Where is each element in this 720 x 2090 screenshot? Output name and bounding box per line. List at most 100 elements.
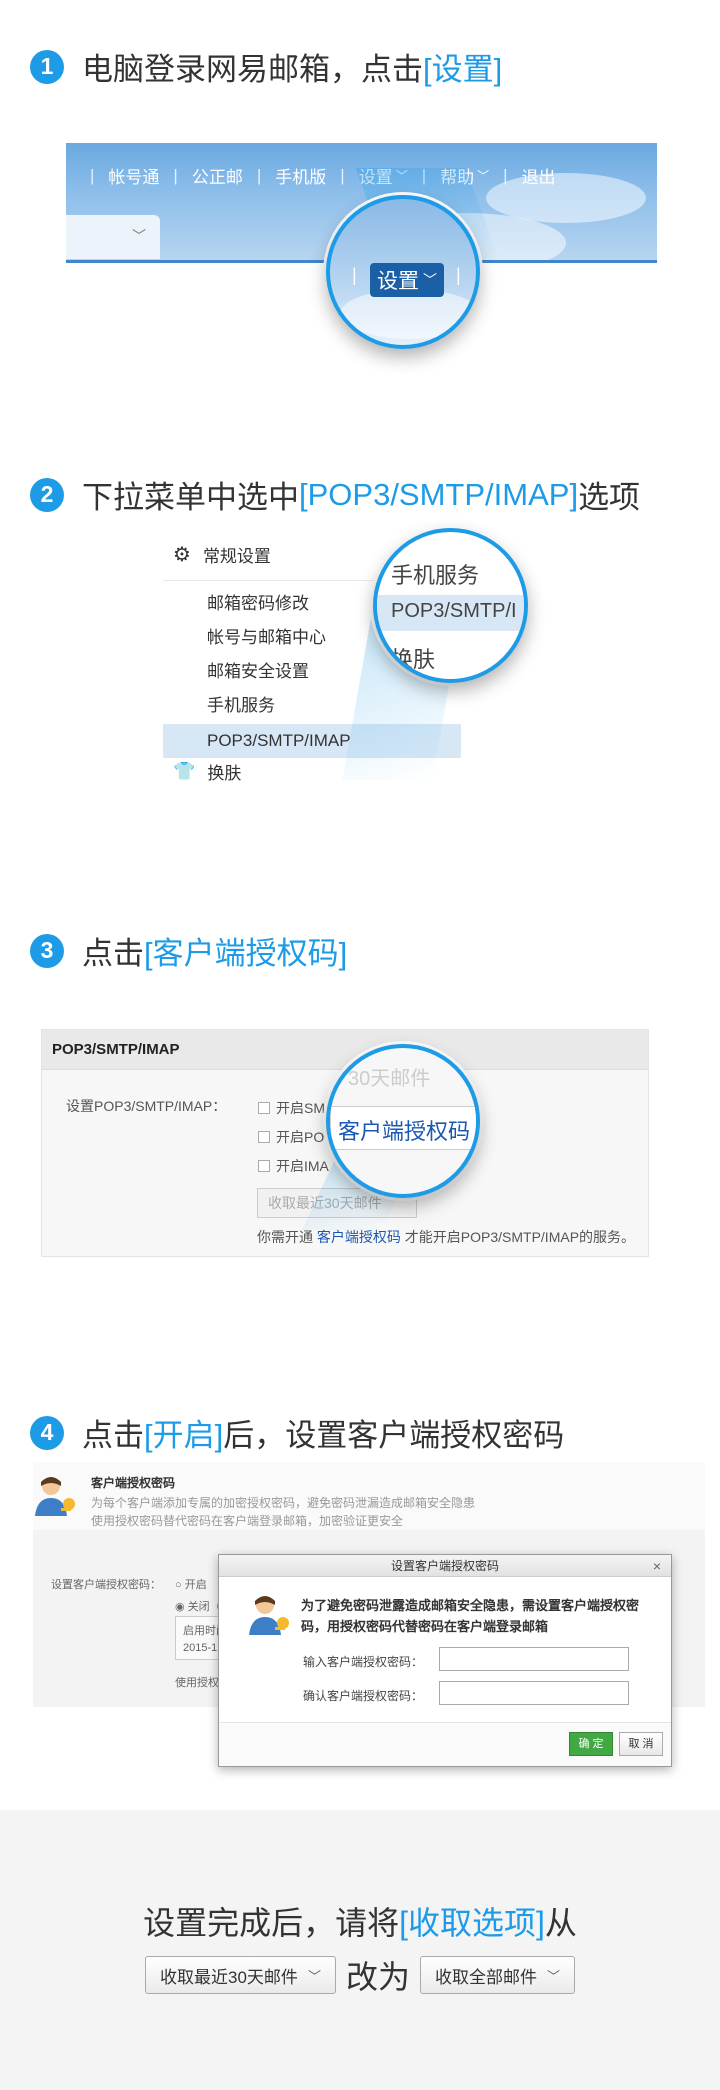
auth-password-dialog: 设置客户端授权密码 × 为了避免密码泄露造成邮箱安全隐患，需设置客户端授权密码，… (218, 1554, 672, 1767)
step1-title-text: 电脑登录网易邮箱，点击 (82, 52, 423, 87)
dialog-titlebar: 设置客户端授权密码 × (219, 1555, 671, 1577)
folder-tab[interactable]: ﹀ (66, 215, 160, 259)
radio-on[interactable]: ○ 开启 (175, 1576, 207, 1592)
note-text: 才能开启POP3/SMTP/IMAP的服务。 (404, 1229, 636, 1245)
step2-title-tail: 选项 (578, 480, 641, 515)
nav-item-logout[interactable]: 退出 (522, 163, 556, 188)
step4-title-highlight: [开启] (144, 1418, 224, 1453)
chevron-down-icon: ﹀ (477, 169, 490, 183)
auth-password-confirm-input[interactable] (439, 1681, 629, 1705)
footer-text: 设置完成后，请将 (143, 1905, 400, 1941)
from-option-select[interactable]: 收取最近30天邮件 ﹀ (145, 1956, 336, 1994)
footer-instruction: 设置完成后，请将[收取选项]从 (0, 1898, 720, 1944)
chevron-down-icon: ﹀ (546, 1968, 560, 1984)
footer-option-change: 收取最近30天邮件 ﹀ 改为 收取全部邮件 ﹀ (0, 1952, 720, 1998)
nav-item-mobile[interactable]: 手机版 (275, 163, 326, 188)
chevron-down-icon: ﹀ (307, 1968, 321, 1984)
option-label: 开启PO (276, 1129, 325, 1145)
bg-row-label: 设置客户端授权密码： (51, 1579, 161, 1591)
footer-text: 从 (544, 1905, 577, 1941)
footer-highlight: [收取选项] (399, 1905, 545, 1941)
section-header: 客户端授权密码 为每个客户端添加专属的加密授权密码，避免密码泄漏造成邮箱安全隐患… (33, 1462, 705, 1530)
to-option-select[interactable]: 收取全部邮件 ﹀ (419, 1956, 575, 1994)
auth-code-magnifier: 30天邮件 客户端授权码 (326, 1044, 480, 1198)
checkbox[interactable] (258, 1102, 270, 1114)
confirm-button[interactable]: 确 定 (569, 1732, 613, 1756)
panel-title: POP3/SMTP/IMAP (42, 1030, 648, 1070)
use-auth-text: 使用授权 (175, 1677, 219, 1689)
step-number: 4 (30, 1415, 64, 1450)
zoom-auth-link: 客户端授权码 (338, 1119, 471, 1144)
checkbox[interactable] (258, 1160, 270, 1172)
step-number: 3 (30, 933, 64, 968)
section-desc: 为每个客户端添加专属的加密授权密码，避免密码泄漏造成邮箱安全隐患 (91, 1496, 476, 1510)
option-smtp[interactable]: 开启SM (258, 1098, 325, 1118)
zoom-item-skin: 换肤 (391, 647, 436, 672)
user-key-icon (35, 1477, 75, 1516)
shirt-icon: 👕 (173, 761, 196, 781)
menu-item-security[interactable]: 邮箱安全设置 (207, 655, 309, 689)
step4-title: 4 点击 [开启] 后，设置客户端授权密码 (30, 1410, 564, 1455)
step1-title-highlight: [设置] (423, 52, 503, 87)
zoom-top-text: 30天邮件 (348, 1068, 431, 1090)
radio-label: 开启 (184, 1579, 207, 1591)
step2-title-highlight: [POP3/SMTP/IMAP] (299, 476, 579, 512)
row-label: 设置POP3/SMTP/IMAP： (66, 1098, 227, 1114)
chevron-down-icon: ﹀ (423, 272, 437, 288)
step-number: 1 (30, 49, 64, 84)
nav-item-account[interactable]: 帐号通 (108, 163, 159, 188)
change-to-text: 改为 (345, 1959, 410, 1995)
option-label: 开启IMA (276, 1158, 329, 1174)
chevron-down-icon: ﹀ (132, 228, 146, 244)
nav-item-mail[interactable]: 公正邮 (192, 163, 243, 188)
close-icon[interactable]: × (653, 1555, 661, 1577)
footer-section: 设置完成后，请将[收取选项]从 收取最近30天邮件 ﹀ 改为 收取全部邮件 ﹀ (0, 1810, 720, 2090)
section-title: 客户端授权密码 (91, 1476, 176, 1490)
step-number: 2 (30, 477, 64, 512)
menu-item-account-center[interactable]: 帐号与邮箱中心 (207, 621, 326, 655)
step3-title-highlight: [客户端授权码] (144, 936, 348, 971)
step1-title: 1 电脑登录网易邮箱，点击 [设置] (30, 44, 502, 89)
menu-item-password[interactable]: 邮箱密码修改 (207, 587, 309, 621)
enable-date: 2015-1 (183, 1642, 218, 1654)
zoom-item-mobile: 手机服务 (391, 563, 480, 588)
top-nav: | 帐号通 | 公正邮 | 手机版 | 设置﹀ | 帮助﹀ | 退出 (76, 163, 556, 188)
menu-item-pop3[interactable]: POP3/SMTP/IMAP (207, 724, 351, 758)
step2-title: 2 下拉菜单中选中 [POP3/SMTP/IMAP] 选项 (30, 472, 640, 517)
dialog-footer: 确 定 取 消 (219, 1722, 671, 1766)
input-label: 确认客户端授权密码： (303, 1689, 424, 1703)
section-desc: 使用授权密码替代密码在客户端登录邮箱，加密验证更安全 (91, 1514, 404, 1528)
menu-footer: 👕 换肤 (173, 759, 241, 784)
step3-title: 3 点击 [客户端授权码] (30, 928, 347, 973)
menu-header-label: 常规设置 (202, 547, 271, 566)
input-label: 输入客户端授权密码： (303, 1655, 424, 1669)
cancel-button[interactable]: 取 消 (619, 1732, 663, 1756)
radio-label: 关闭（ (187, 1601, 221, 1613)
note-text: 你需开通 (257, 1229, 313, 1245)
menu-header: ⚙ 常规设置 (173, 542, 271, 567)
radio-off[interactable]: ◉ 关闭（ (175, 1598, 221, 1614)
option-pop[interactable]: 开启PO (258, 1127, 324, 1147)
dialog-title: 设置客户端授权密码 (390, 1559, 499, 1573)
checkbox[interactable] (258, 1131, 270, 1143)
auth-code-note: 你需开通 客户端授权码 才能开启POP3/SMTP/IMAP的服务。 (257, 1227, 635, 1247)
settings-magnifier: | | 设置 ﹀ (326, 195, 480, 349)
gear-icon: ⚙ (173, 544, 191, 566)
settings-zoom-label: 设置 (377, 270, 419, 293)
step2-title-text: 下拉菜单中选中 (82, 480, 299, 515)
step4-title-tail: 后，设置客户端授权密码 (223, 1418, 565, 1453)
menu-item-skin[interactable]: 换肤 (207, 759, 241, 784)
step3-title-text: 点击 (82, 936, 144, 971)
dialog-warning: 为了避免密码泄露造成邮箱安全隐患，需设置客户端授权密码，用授权密码代替密码在客户… (301, 1598, 640, 1634)
select-value: 收取全部邮件 (434, 1967, 537, 1987)
auth-code-link[interactable]: 客户端授权码 (317, 1229, 401, 1245)
step4-title-text: 点击 (82, 1418, 144, 1453)
menu-item-mobile[interactable]: 手机服务 (207, 689, 275, 723)
pop3-magnifier: 手机服务 POP3/SMTP/I 换肤 (373, 528, 528, 683)
select-value: 收取最近30天邮件 (160, 1967, 298, 1987)
auth-password-input[interactable] (439, 1647, 629, 1671)
settings-zoom-button[interactable]: 设置 ﹀ (370, 263, 444, 297)
user-key-icon (249, 1596, 289, 1635)
option-imap[interactable]: 开启IMA (258, 1156, 329, 1176)
zoom-item-pop3: POP3/SMTP/I (391, 600, 517, 622)
